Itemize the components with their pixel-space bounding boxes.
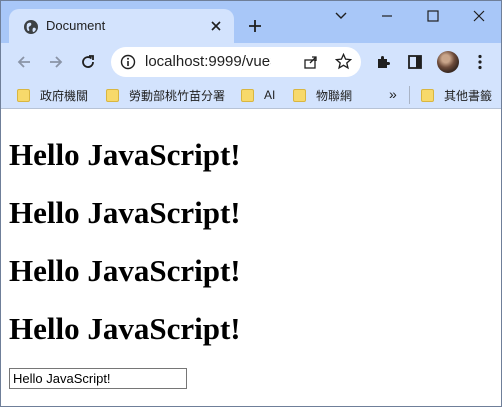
bookmarks-overflow-icon[interactable]: » — [389, 86, 397, 102]
address-bar[interactable]: localhost:9999/vue3... — [111, 47, 361, 77]
new-tab-button[interactable] — [245, 16, 265, 36]
browser-window: Document localhost:9999/vue 政府機關 勞動部桃竹苗分… — [0, 0, 502, 407]
plus-icon — [249, 20, 261, 32]
url-text[interactable]: localhost:9999/vue3... — [145, 53, 271, 70]
bookmark-folder-ai[interactable]: AI — [241, 87, 275, 103]
bookmark-label: AI — [264, 88, 276, 102]
text-input[interactable] — [9, 368, 187, 389]
bookmark-label: 政府機關 — [40, 88, 89, 103]
info-icon[interactable] — [120, 54, 136, 70]
heading-1: Hello JavaScript! — [9, 137, 241, 172]
folder-icon — [17, 88, 30, 102]
heading-4: Hello JavaScript! — [9, 311, 241, 346]
bookmark-label: 其他書籤 — [444, 88, 493, 103]
tab-title: Document — [46, 18, 106, 33]
minimize-icon[interactable] — [376, 7, 398, 25]
bookmarks-bar: 政府機關 勞動部桃竹苗分署 AI 物聯網 » 其他書籤 — [1, 81, 501, 109]
profile-avatar[interactable] — [437, 51, 459, 73]
bookmark-label: 物聯網 — [316, 88, 353, 103]
folder-icon — [421, 88, 434, 102]
bookmark-folder-gov[interactable]: 政府機關 — [17, 87, 88, 103]
tab-search-chevron-down-icon[interactable] — [330, 7, 352, 25]
window-close-icon[interactable] — [468, 7, 490, 25]
share-icon[interactable] — [303, 54, 319, 70]
sidepanel-icon[interactable] — [405, 52, 425, 72]
folder-icon — [241, 88, 254, 102]
back-arrow-icon[interactable] — [14, 52, 34, 72]
bookmarks-divider — [409, 86, 410, 104]
toolbar: localhost:9999/vue3... — [1, 43, 501, 81]
forward-arrow-icon[interactable] — [46, 52, 66, 72]
bookmark-folder-labor[interactable]: 勞動部桃竹苗分署 — [106, 87, 225, 103]
folder-icon — [106, 88, 119, 102]
tab-strip: Document — [1, 1, 501, 43]
kebab-menu-icon[interactable] — [470, 52, 490, 72]
extensions-icon[interactable] — [373, 52, 393, 72]
maximize-icon[interactable] — [422, 7, 444, 25]
tab-document[interactable]: Document — [9, 9, 234, 43]
folder-icon — [293, 88, 306, 102]
star-icon[interactable] — [335, 53, 352, 70]
heading-3: Hello JavaScript! — [9, 253, 241, 288]
page-content: Hello JavaScript! Hello JavaScript! Hell… — [1, 109, 501, 406]
bookmark-label: 勞動部桃竹苗分署 — [129, 88, 226, 103]
reload-icon[interactable] — [78, 52, 98, 72]
heading-2: Hello JavaScript! — [9, 195, 241, 230]
bookmark-folder-other[interactable]: 其他書籤 — [421, 87, 492, 103]
tab-close-icon[interactable] — [207, 17, 225, 35]
bookmark-folder-iot[interactable]: 物聯網 — [293, 87, 352, 103]
globe-icon — [24, 20, 38, 34]
